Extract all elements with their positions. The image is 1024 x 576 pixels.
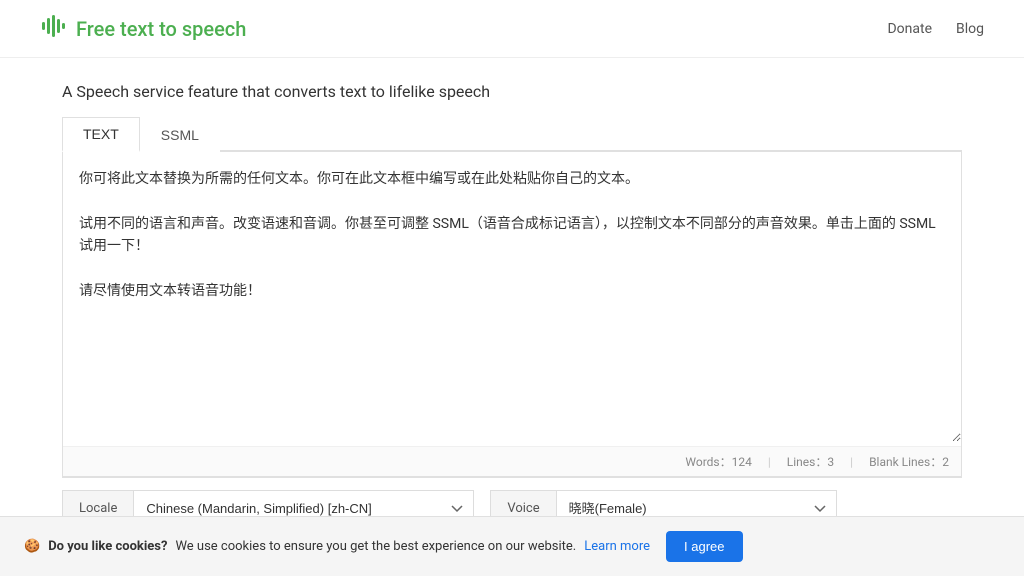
learn-more-link[interactable]: Learn more xyxy=(584,539,650,554)
page-subtitle: A Speech service feature that converts t… xyxy=(62,82,962,101)
logo-text: Free text to speech xyxy=(76,17,246,41)
words-stat: Words：124 xyxy=(685,453,751,470)
agree-button[interactable]: I agree xyxy=(666,531,742,562)
donate-link[interactable]: Donate xyxy=(887,21,932,37)
lines-stat: Lines：3 xyxy=(787,453,834,470)
text-input[interactable]: 你可将此文本替换为所需的任何文本。你可在此文本框中编写或在此处粘贴你自己的文本。… xyxy=(63,152,961,442)
textarea-wrapper: 你可将此文本替换为所需的任何文本。你可在此文本框中编写或在此处粘贴你自己的文本。… xyxy=(62,152,962,477)
header-nav: Donate Blog xyxy=(887,21,984,37)
logo-area: Free text to speech xyxy=(40,12,246,45)
logo-icon xyxy=(40,12,68,45)
tab-text[interactable]: TEXT xyxy=(62,117,140,152)
blog-link[interactable]: Blog xyxy=(956,21,984,37)
tab-ssml[interactable]: SSML xyxy=(140,117,220,152)
textarea-stats: Words：124 | Lines：3 | Blank Lines：2 xyxy=(63,446,961,476)
header: Free text to speech Donate Blog xyxy=(0,0,1024,58)
cookie-banner: 🍪 Do you like cookies? We use cookies to… xyxy=(0,516,1024,576)
blank-lines-stat: Blank Lines：2 xyxy=(869,453,949,470)
cookie-emoji: 🍪 xyxy=(24,539,40,554)
main-content: A Speech service feature that converts t… xyxy=(22,58,1002,539)
cookie-description: We use cookies to ensure you get the bes… xyxy=(175,539,576,554)
tabs: TEXT SSML xyxy=(62,117,962,152)
cookie-title: Do you like cookies? xyxy=(48,539,167,554)
